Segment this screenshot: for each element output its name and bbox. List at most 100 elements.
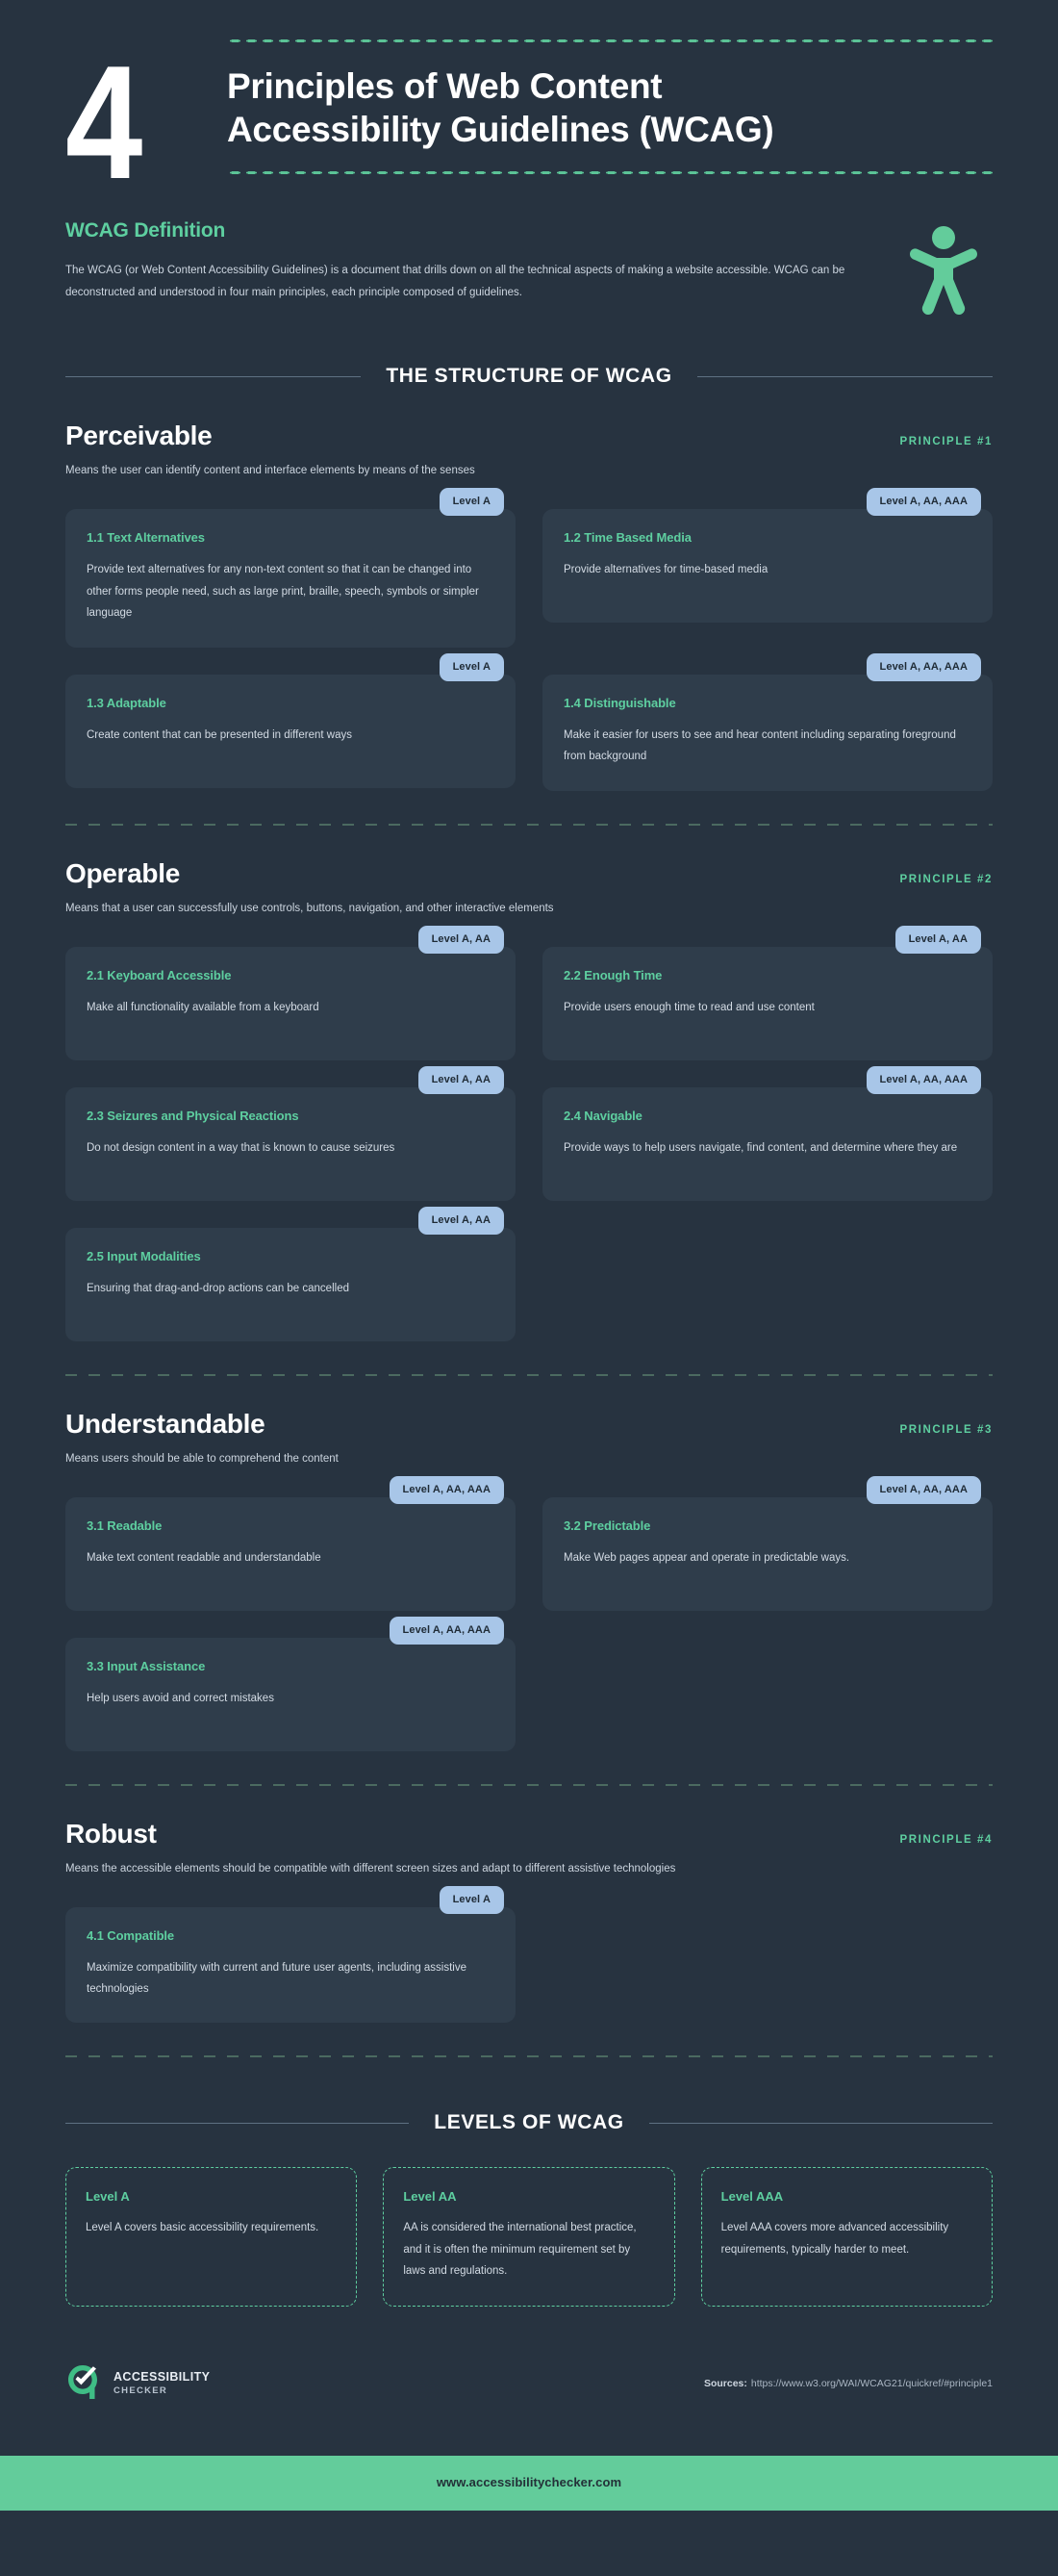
guideline-cell: Level A, AA 2.5 Input Modalities Ensuring … <box>65 1206 516 1341</box>
sources-url[interactable]: https://www.w3.org/WAI/WCAG21/quickref/#… <box>751 2378 993 2389</box>
level-card-title: Level A <box>86 2189 130 2205</box>
dotted-divider-bottom <box>227 170 993 176</box>
header-title-block: Principles of Web Content Accessibility … <box>219 38 993 187</box>
rule-right <box>696 375 993 377</box>
guideline-card[interactable]: 1.1 Text Alternatives Provide text altern… <box>65 509 516 648</box>
principle-subtitle: Means the accessible elements should be … <box>65 1862 676 1875</box>
principle-subtitle: Means the user can identify content and … <box>65 465 475 477</box>
guideline-cell: Level A, AA, AAA 1.2 Time Based Media Prov… <box>542 488 993 647</box>
principle-header: Perceivable PRINCIPLE #1 <box>65 388 993 451</box>
guideline-card[interactable]: 3.3 Input Assistance Help users avoid and… <box>65 1637 516 1751</box>
guideline-card[interactable]: 3.2 Predictable Make Web pages appear and… <box>542 1496 993 1611</box>
guideline-cell: Level A, AA 2.2 Enough Time Provide users … <box>542 925 993 1060</box>
guideline-card[interactable]: 2.3 Seizures and Physical Reactions Do no… <box>65 1086 516 1201</box>
guideline-cell: Level A, AA, AAA 3.2 Predictable Make Web … <box>542 1475 993 1611</box>
level-card-title: Level AA <box>403 2189 457 2205</box>
guideline-grid: Level A 1.1 Text Alternatives Provide text… <box>65 476 993 791</box>
levels-heading-row: LEVELS OF WCAG <box>0 2057 1058 2134</box>
page-title-line2: Accessibility Guidelines (WCAG) <box>227 110 774 150</box>
footer-row: ACCESSIBILITY CHECKER Sources: https://ww… <box>0 2307 1058 2456</box>
principle-name: Operable <box>65 857 180 888</box>
sources-label: Sources: <box>703 2378 747 2390</box>
guideline-title: 4.1 Compatible <box>87 1927 175 1943</box>
guideline-body: Do not design content in a way that is k… <box>87 1141 395 1154</box>
level-card[interactable]: Level AAA Level AAA covers more advanced … <box>700 2167 993 2307</box>
guideline-title: 2.4 Navigable <box>564 1108 642 1123</box>
principles-container: Perceivable PRINCIPLE #1 Means the user ca… <box>0 388 1058 2058</box>
level-badge: Level A <box>439 1885 504 1914</box>
definition-text-block: WCAG Definition The WCAG (or Web Content… <box>65 219 900 304</box>
principle-number-label: PRINCIPLE #2 <box>899 873 993 885</box>
guideline-card[interactable]: 2.5 Input Modalities Ensuring that drag-a… <box>65 1227 516 1341</box>
guideline-card[interactable]: 2.2 Enough Time Provide users enough time… <box>542 946 993 1060</box>
guideline-grid: Level A, AA, AAA 3.1 Readable Make text co… <box>65 1465 993 1751</box>
levels-heading: LEVELS OF WCAG <box>434 2111 624 2134</box>
guideline-body: Maximize compatibility with current and … <box>87 1961 467 1995</box>
guideline-card[interactable]: 4.1 Compatible Maximize compatibility wit… <box>65 1906 516 2024</box>
guideline-card[interactable]: 1.4 Distinguishable Make it easier for us… <box>542 674 993 791</box>
level-badge: Level A, AA, AAA <box>866 1475 981 1504</box>
level-badge: Level A, AA, AAA <box>866 488 981 517</box>
guideline-body: Make text content readable and understan… <box>87 1551 321 1564</box>
guideline-card[interactable]: 1.3 Adaptable Create content that can be … <box>65 674 516 788</box>
guideline-grid: Level A, AA 2.1 Keyboard Accessible Make a… <box>65 914 993 1341</box>
level-badge: Level A, AA <box>894 925 981 954</box>
guideline-body: Make Web pages appear and operate in pre… <box>564 1551 850 1564</box>
level-badge: Level A <box>439 652 504 681</box>
guideline-cell: Level A, AA 2.3 Seizures and Physical Rea… <box>65 1065 516 1201</box>
principle-section: Robust PRINCIPLE #4 Means the accessible e… <box>0 1786 1058 2024</box>
guideline-title: 2.1 Keyboard Accessible <box>87 967 232 982</box>
guideline-title: 2.2 Enough Time <box>564 967 663 982</box>
principle-name: Understandable <box>65 1408 265 1439</box>
structure-heading: THE STRUCTURE OF WCAG <box>386 365 672 388</box>
guideline-card[interactable]: 3.1 Readable Make text content readable a… <box>65 1496 516 1611</box>
brand-line-1: ACCESSIBILITY <box>113 2370 211 2385</box>
sources: Sources: https://www.w3.org/WAI/WCAG21/qu… <box>704 2378 993 2389</box>
guideline-grid: Level A 4.1 Compatible Maximize compatibil… <box>65 1875 993 2024</box>
guideline-title: 2.5 Input Modalities <box>87 1248 201 1263</box>
guideline-body: Help users avoid and correct mistakes <box>87 1692 274 1704</box>
guideline-body: Provide text alternatives for any non-te… <box>87 564 479 620</box>
guideline-card[interactable]: 2.4 Navigable Provide ways to help users … <box>542 1086 993 1201</box>
level-card-body: AA is considered the international best … <box>403 2222 637 2278</box>
principle-header: Robust PRINCIPLE #4 <box>65 1786 993 1849</box>
big-number: 4 <box>65 32 142 213</box>
guideline-card[interactable]: 1.2 Time Based Media Provide alternatives… <box>542 509 993 624</box>
brand-line-2: CHECKER <box>113 2385 168 2397</box>
guideline-body: Provide ways to help users navigate, fin… <box>564 1141 958 1154</box>
site-url[interactable]: www.accessibilitychecker.com <box>437 2475 621 2489</box>
principle-subtitle: Means users should be able to comprehend… <box>65 1452 339 1465</box>
rule-left <box>65 375 362 377</box>
guideline-body: Make it easier for users to see and hear… <box>564 728 956 763</box>
levels-container: Level A Level A covers basic accessibilit… <box>0 2134 1058 2307</box>
level-card[interactable]: Level A Level A covers basic accessibilit… <box>65 2167 358 2307</box>
principle-number-label: PRINCIPLE #4 <box>899 1833 993 1846</box>
bottom-bar: www.accessibilitychecker.com <box>0 2455 1058 2511</box>
principle-number-label: PRINCIPLE #1 <box>899 436 993 448</box>
page-title-line1: Principles of Web Content <box>227 66 663 106</box>
level-card-body: Level A covers basic accessibility requi… <box>86 2222 319 2234</box>
guideline-title: 3.2 Predictable <box>564 1518 651 1533</box>
level-card[interactable]: Level AA AA is considered the internation… <box>383 2167 675 2307</box>
level-badge: Level A, AA <box>417 925 504 954</box>
definition-heading: WCAG Definition <box>65 219 226 242</box>
guideline-body: Ensuring that drag-and-drop actions can … <box>87 1282 349 1294</box>
header: 4 Principles of Web Content Accessibilit… <box>0 0 1058 213</box>
guideline-title: 2.3 Seizures and Physical Reactions <box>87 1108 299 1123</box>
guideline-cell: Level A 4.1 Compatible Maximize compatibil… <box>65 1885 516 2024</box>
guideline-cell: Level A, AA 2.1 Keyboard Accessible Make a… <box>65 925 516 1060</box>
guideline-title: 1.1 Text Alternatives <box>87 530 205 546</box>
guideline-cell: Level A 1.3 Adaptable Create content that … <box>65 652 516 791</box>
level-badge: Level A, AA, AAA <box>389 1616 504 1645</box>
rule-left-2 <box>65 2122 410 2124</box>
brand: ACCESSIBILITY CHECKER <box>65 2362 210 2406</box>
principle-number-label: PRINCIPLE #3 <box>899 1423 993 1436</box>
guideline-cell: Level A, AA, AAA 2.4 Navigable Provide way… <box>542 1065 993 1201</box>
level-card-body: Level AAA covers more advanced accessibi… <box>720 2222 949 2256</box>
level-badge: Level A, AA, AAA <box>389 1475 504 1504</box>
level-badge: Level A, AA <box>417 1206 504 1235</box>
guideline-card[interactable]: 2.1 Keyboard Accessible Make all function… <box>65 946 516 1060</box>
guideline-body: Provide users enough time to read and us… <box>564 1001 815 1013</box>
definition-section: WCAG Definition The WCAG (or Web Content… <box>0 187 1058 322</box>
infographic-page: 4 Principles of Web Content Accessibilit… <box>0 0 1058 2511</box>
